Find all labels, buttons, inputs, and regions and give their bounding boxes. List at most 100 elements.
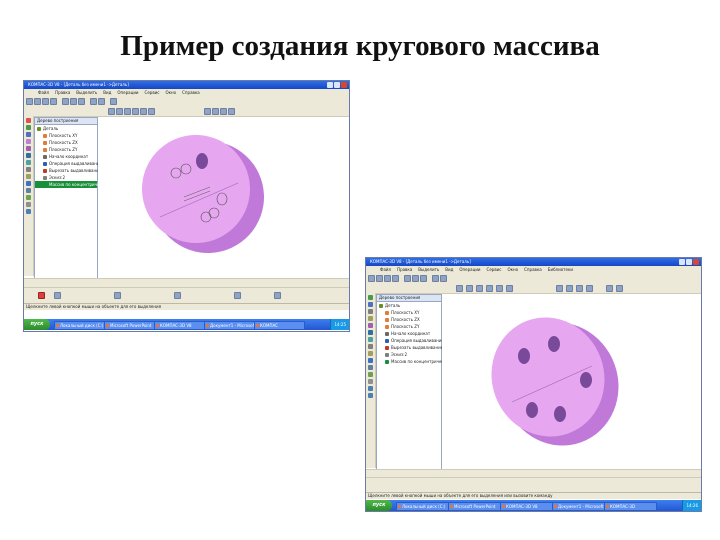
wireframe-view-icon[interactable] [212, 108, 219, 115]
taskbar-item[interactable]: КОМПАС [254, 321, 305, 330]
library-icon[interactable] [368, 386, 373, 391]
new-file-icon[interactable] [26, 98, 33, 105]
menu-item-help[interactable]: Справка [524, 266, 542, 273]
redo-icon[interactable] [440, 275, 447, 282]
3d-viewport[interactable] [442, 294, 700, 469]
geometry-icon[interactable] [26, 118, 31, 123]
geometry-icon[interactable] [368, 295, 373, 300]
rotate-icon[interactable] [140, 108, 147, 115]
menu-item-window[interactable]: Окно [165, 89, 176, 96]
open-icon[interactable] [376, 275, 383, 282]
zoom-out-icon[interactable] [116, 108, 123, 115]
view-icon[interactable] [606, 285, 613, 292]
zoom-in-icon[interactable] [108, 108, 115, 115]
edit-icon[interactable] [368, 302, 373, 307]
tree-item[interactable]: Плоскость XY [35, 132, 97, 139]
tree-item[interactable]: Деталь [377, 302, 441, 309]
taskbar-item[interactable]: КОМПАС-3D V8 [154, 321, 205, 330]
stop-icon[interactable] [38, 292, 45, 299]
prop-icon[interactable] [114, 292, 121, 299]
menu-item-service[interactable]: Сервис [487, 266, 502, 273]
prop-icon[interactable] [274, 292, 281, 299]
tree-item[interactable]: Плоскость ZX [377, 316, 441, 323]
taskbar-item[interactable]: Локальный диск (C:) [54, 321, 105, 330]
chamfer-icon[interactable] [368, 351, 373, 356]
taskbar-item[interactable]: Microsoft PowerPoint [104, 321, 155, 330]
save-icon[interactable] [42, 98, 49, 105]
sketch-icon[interactable] [368, 316, 373, 321]
chamfer-icon[interactable] [26, 174, 31, 179]
print-icon[interactable] [392, 275, 399, 282]
close-icon[interactable] [693, 259, 699, 265]
tree-item[interactable]: Вырезать выдавливанием:1 [377, 344, 450, 351]
measure-icon[interactable] [26, 188, 31, 193]
title-bar[interactable]: КОМПАС-3D V8 - [Деталь без имени1 ->Дета… [24, 81, 349, 89]
taskbar-item[interactable]: КОМПАС-3D V8 [500, 502, 553, 511]
taskbar-item[interactable]: Локальный диск (C:) [396, 502, 449, 511]
measure-icon[interactable] [368, 365, 373, 370]
menu-item-operations[interactable]: Операции [117, 89, 138, 96]
menu-item-file[interactable]: Файл [380, 266, 391, 273]
zoom-window-icon[interactable] [124, 108, 131, 115]
cut-extrude-icon[interactable] [368, 330, 373, 335]
zoom-in-icon[interactable] [456, 285, 463, 292]
tree-item[interactable]: Массив по концентрической сетке:1 [35, 181, 126, 188]
library-icon[interactable] [26, 209, 31, 214]
taskbar-item[interactable]: Документ1 - Microsoft Word [552, 502, 605, 511]
taskbar-item[interactable]: КОМПАС-3D [604, 502, 657, 511]
paste-icon[interactable] [78, 98, 85, 105]
prop-icon[interactable] [174, 292, 181, 299]
zoom-window-icon[interactable] [476, 285, 483, 292]
tree-item[interactable]: Деталь [35, 125, 97, 132]
3d-viewport[interactable] [98, 117, 348, 277]
array-icon[interactable] [26, 160, 31, 165]
maximize-icon[interactable] [334, 82, 340, 88]
menu-item-window[interactable]: Окно [507, 266, 518, 273]
fillet-icon[interactable] [26, 167, 31, 172]
settings-icon[interactable] [368, 393, 373, 398]
menu-item-libraries[interactable]: Библиотеки [548, 266, 573, 273]
part-model[interactable] [98, 117, 348, 277]
menu-item-operations[interactable]: Операции [459, 266, 480, 273]
tree-item[interactable]: Операция выдавливания:1 [35, 160, 106, 167]
cut-icon[interactable] [404, 275, 411, 282]
start-button[interactable]: пуск [24, 319, 50, 330]
shaded-view-icon[interactable] [556, 285, 563, 292]
shaded-view-icon[interactable] [204, 108, 211, 115]
menu-item-edit[interactable]: Правка [397, 266, 412, 273]
tree-item[interactable]: Плоскость ZY [377, 323, 441, 330]
paste-icon[interactable] [420, 275, 427, 282]
part-model[interactable] [442, 294, 700, 469]
redo-icon[interactable] [98, 98, 105, 105]
tree-item[interactable]: Эскиз:2 [35, 174, 97, 181]
spec-icon[interactable] [26, 195, 31, 200]
report-icon[interactable] [26, 202, 31, 207]
array-icon[interactable] [368, 337, 373, 342]
zoom-out-icon[interactable] [466, 285, 473, 292]
copy-icon[interactable] [412, 275, 419, 282]
tree-item[interactable]: Начало координат [377, 330, 441, 337]
close-icon[interactable] [341, 82, 347, 88]
dimension-icon[interactable] [368, 309, 373, 314]
minimize-icon[interactable] [327, 82, 333, 88]
rotate-icon[interactable] [496, 285, 503, 292]
maximize-icon[interactable] [686, 259, 692, 265]
cut-icon[interactable] [62, 98, 69, 105]
undo-icon[interactable] [90, 98, 97, 105]
menu-item-edit[interactable]: Правка [55, 89, 70, 96]
minimize-icon[interactable] [679, 259, 685, 265]
wireframe-view-icon[interactable] [566, 285, 573, 292]
menu-item-view[interactable]: Вид [103, 89, 111, 96]
pan-icon[interactable] [486, 285, 493, 292]
taskbar-item[interactable]: Microsoft PowerPoint [448, 502, 501, 511]
save-icon[interactable] [384, 275, 391, 282]
orientation-icon[interactable] [148, 108, 155, 115]
perspective-icon[interactable] [228, 108, 235, 115]
pan-icon[interactable] [132, 108, 139, 115]
new-file-icon[interactable] [368, 275, 375, 282]
hole-icon[interactable] [26, 181, 31, 186]
menu-item-view[interactable]: Вид [445, 266, 453, 273]
menu-item-select[interactable]: Выделить [76, 89, 97, 96]
sketch-icon[interactable] [26, 139, 31, 144]
report-icon[interactable] [368, 379, 373, 384]
